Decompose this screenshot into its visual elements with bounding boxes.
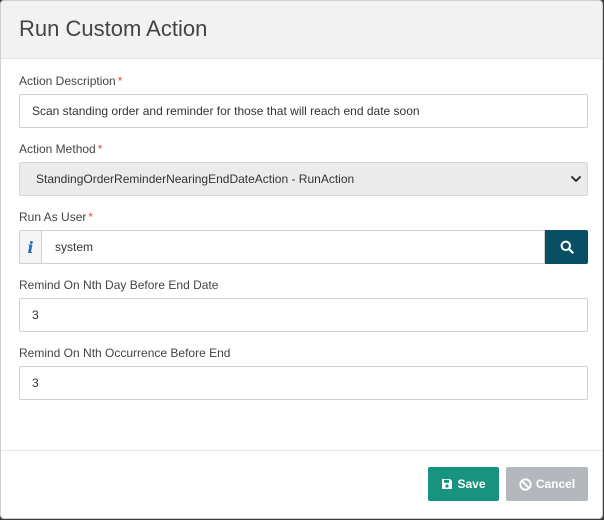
action-method-field: Action Method * StandingOrderReminderNear… <box>19 142 588 196</box>
action-description-field: Action Description * <box>19 74 588 128</box>
save-button-label: Save <box>457 477 486 491</box>
remind-nth-day-field: Remind On Nth Day Before End Date <box>19 278 588 332</box>
remind-nth-occurrence-field: Remind On Nth Occurrence Before End <box>19 346 588 400</box>
action-method-label: Action Method * <box>19 142 586 156</box>
run-as-user-input[interactable] <box>41 230 545 264</box>
ban-icon <box>519 477 532 491</box>
dialog-title: Run Custom Action <box>19 16 208 41</box>
run-as-user-label: Run As User * <box>19 210 586 224</box>
remind-nth-occurrence-label: Remind On Nth Occurrence Before End <box>19 346 231 360</box>
remind-nth-occurrence-input[interactable] <box>19 366 588 400</box>
dialog-footer: Save Cancel <box>1 450 602 518</box>
action-method-selected-value: StandingOrderReminderNearingEndDateActio… <box>36 172 355 186</box>
required-marker: * <box>97 142 103 156</box>
chevron-down-icon <box>571 176 581 182</box>
run-as-user-label-text: Run As User <box>19 210 87 224</box>
cancel-button-label: Cancel <box>535 477 576 491</box>
run-as-user-input-group: i <box>19 230 588 264</box>
floppy-disk-icon <box>442 479 453 489</box>
required-marker: * <box>88 210 94 224</box>
action-method-select[interactable]: StandingOrderReminderNearingEndDateActio… <box>19 162 588 196</box>
action-description-label-text: Action Description <box>19 74 116 88</box>
run-custom-action-dialog: Run Custom Action Action Description* Ac… <box>0 0 603 519</box>
search-icon <box>560 240 574 254</box>
dialog-body: Action Description* Action Method* Stand… <box>1 59 602 452</box>
info-icon[interactable]: i <box>19 230 41 264</box>
run-as-user-field: Run As User * i <box>19 210 588 264</box>
dialog-header: Run Custom Action <box>1 1 602 59</box>
action-description-input[interactable] <box>19 94 588 128</box>
required-marker: * <box>117 74 123 88</box>
user-search-button[interactable] <box>545 230 588 264</box>
cancel-button[interactable]: Cancel <box>506 467 588 501</box>
remind-nth-day-input[interactable] <box>19 298 588 332</box>
action-description-label: Action Description * <box>19 74 586 88</box>
remind-nth-day-label: Remind On Nth Day Before End Date <box>19 278 219 292</box>
save-button[interactable]: Save <box>428 467 499 501</box>
action-method-label-text: Action Method <box>19 142 96 156</box>
